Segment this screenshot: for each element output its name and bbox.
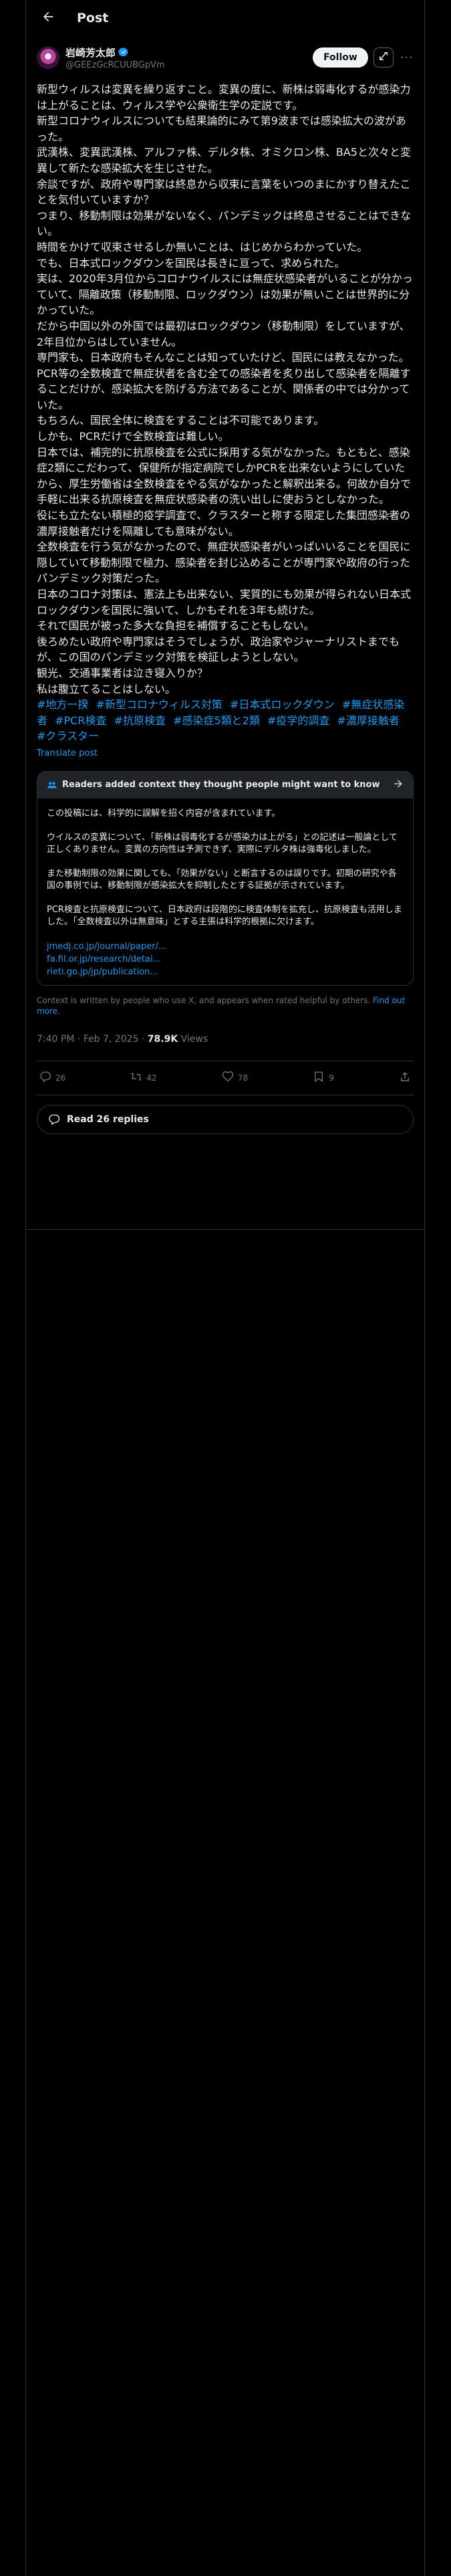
hashtag-link[interactable]: #クラスター xyxy=(37,730,99,742)
tweet-line: 新型ウィルスは変異を繰り返すこと。変異の度に、新株は弱毒化するが感染力は上がるこ… xyxy=(37,83,411,112)
note-paragraph: ウイルスの変異について、「新株は弱毒化するが感染力は上がる」との記述は一般論とし… xyxy=(47,832,398,855)
top-bar: Post xyxy=(26,0,424,36)
views-count: 78.9K xyxy=(147,1033,178,1045)
back-button[interactable] xyxy=(37,7,59,29)
community-note-header[interactable]: Readers added context they thought peopl… xyxy=(37,771,413,798)
hashtag-link[interactable]: #日本式ロックダウン xyxy=(230,698,335,711)
tweet-line: 時間をかけて収束させるしか無いことは、はじめからわかっていた。 xyxy=(37,240,368,253)
note-source-link[interactable]: fa.fil.or.jp/research/detai... xyxy=(47,953,404,966)
author-info: 岩崎芳太郎 @GEEzGcRCUUBGpVm xyxy=(65,45,313,70)
tweet-line: 新型コロナウィルスについても結果論的にみて第9波までは感染拡大の波があった。 xyxy=(37,114,406,143)
hashtag-list: #地方一揆 #新型コロナウィルス対策 #日本式ロックダウン #無症状感染者 #P… xyxy=(37,697,414,744)
tweet-line: 日本では、補完的に抗原検査を公式に採用する気がなかった。もともと、感染症2類にこ… xyxy=(37,445,412,506)
read-replies-label: Read 26 replies xyxy=(67,1113,149,1125)
tweet-line: 日本のコロナ対策は、憲法上も出来ない、実質的にも効果が得られない日本式ロックダウ… xyxy=(37,588,412,617)
people-icon xyxy=(47,780,57,790)
author-name[interactable]: 岩崎芳太郎 xyxy=(65,45,116,60)
note-source-link[interactable]: jmedj.co.jp/journal/paper/... xyxy=(47,940,404,953)
like-button[interactable]: 78 xyxy=(222,1071,248,1085)
tweet-line: 実は、2020年3月位からコロナウイルスには無症状感染者がいることが分かっていて… xyxy=(37,272,413,317)
tweet-line: だから中国以外の外国では最初はロックダウン（移動制限）をしていますが、2年目位か… xyxy=(37,319,410,348)
chat-bubble-icon xyxy=(48,1113,60,1125)
tweet-line: それで国民が被った多大な負担を補償することもしない。 xyxy=(37,619,315,633)
tweet-line: しかも、PCRだけで全数検査は難しい。 xyxy=(37,430,229,443)
tweet-line: つまり、移動制限は効果がないなく、パンデミックは終息させることはできない。 xyxy=(37,209,412,238)
note-paragraph: この投稿には、科学的に誤解を招く内容が含まれています。 xyxy=(47,808,281,819)
translate-post-link[interactable]: Translate post xyxy=(37,748,414,762)
verified-badge-icon xyxy=(118,47,129,58)
tweet-line: 私は腹立てることはしない。 xyxy=(37,682,176,695)
note-links: jmedj.co.jp/journal/paper/... fa.fil.or.… xyxy=(47,940,404,978)
hashtag-link[interactable]: #感染症5類と2類 xyxy=(173,714,260,727)
author-handle[interactable]: @GEEzGcRCUUBGpVm xyxy=(65,60,313,70)
tweet-line: 専門家も、日本政府もそんなことは知っていたけど、国民には教えなかった。 xyxy=(37,351,410,364)
follow-button[interactable]: Follow xyxy=(313,47,368,68)
community-note-body: この投稿には、科学的に誤解を招く内容が含まれています。 ウイルスの変異について、… xyxy=(37,798,413,985)
hashtag-link[interactable]: #PCR検査 xyxy=(55,714,106,727)
tweet-line: でも、日本式ロックダウンを国民は長きに亘って、求められた。 xyxy=(37,256,345,270)
more-options-button[interactable]: ··· xyxy=(400,51,414,65)
hashtag-link[interactable]: #地方一揆 xyxy=(37,698,88,711)
heart-icon xyxy=(222,1071,234,1085)
arrow-left-icon xyxy=(41,10,55,26)
views-label: Views xyxy=(178,1033,208,1045)
share-icon xyxy=(399,1071,411,1085)
reply-icon xyxy=(39,1071,51,1085)
bookmark-button[interactable]: 9 xyxy=(313,1071,334,1085)
tweet-line: 余談ですが、政府や専門家は終息から収束に言葉をいつのまにかすり替えたことを気付い… xyxy=(37,177,411,207)
note-paragraph: また移動制限の効果に関しても、「効果がない」と断言するのは誤りです。初期の研究や… xyxy=(47,868,397,891)
share-button[interactable] xyxy=(399,1071,411,1085)
hashtag-link[interactable]: #抗原検査 xyxy=(114,714,166,727)
page-title: Post xyxy=(77,11,109,25)
community-note-title: Readers added context they thought peopl… xyxy=(62,780,380,790)
post: 岩崎芳太郎 @GEEzGcRCUUBGpVm Follow ··· 新型ウィルス… xyxy=(26,36,424,1134)
grok-icon xyxy=(378,51,389,64)
reply-button[interactable]: 26 xyxy=(39,1071,65,1085)
repost-button[interactable]: 42 xyxy=(130,1071,157,1085)
tweet-line: 役にも立たない積極的疫学調査で、クラスターと称する限定した集団感染者の濃厚接触者… xyxy=(37,509,411,538)
author-name-line: 岩崎芳太郎 xyxy=(65,45,313,60)
action-bar: 26 42 78 9 xyxy=(37,1060,414,1095)
note-source-link[interactable]: rieti.go.jp/jp/publication... xyxy=(47,966,404,978)
bookmark-icon xyxy=(313,1071,325,1085)
tweet-line: 全数検査を行う気がなかったので、無症状感染者がいっぱいいることを国民に隠していて… xyxy=(37,540,411,585)
community-note: Readers added context they thought peopl… xyxy=(37,770,414,986)
note-paragraph: PCR検査と抗原検査について、日本政府は段階的に検査体制を拡充し、抗原検査も活用… xyxy=(47,904,402,927)
note-footer-text: Context is written by people who use X, … xyxy=(37,995,371,1005)
hashtag-link[interactable]: #濃厚接触者 xyxy=(337,714,399,727)
tweet-line: 後ろめたい政府や専門家はそうでしょうが、政治家やジャーナリストまでもが、この国の… xyxy=(37,635,400,664)
hashtag-link[interactable]: #新型コロナウィルス対策 xyxy=(96,698,222,711)
read-replies-button[interactable]: Read 26 replies xyxy=(37,1104,414,1134)
tweet-text: 新型ウィルスは変異を繰り返すこと。変異の度に、新株は弱毒化するが感染力は上がるこ… xyxy=(37,82,414,744)
grok-button[interactable] xyxy=(373,47,394,68)
tweet-line: 観光、交通事業者は泣き寝入りか？ xyxy=(37,666,208,679)
tweet-line: 武漢株、変異武漢株、アルファ株、デルタ株、オミクロン株、BA5と次々と変異して新… xyxy=(37,146,411,175)
post-meta: 7:40 PM · Feb 7, 2025 · 78.9K Views xyxy=(37,1034,414,1049)
main-column: Post 岩崎芳太郎 @GEEzGcRCUUBGpVm Follow ··· 新… xyxy=(25,0,425,2576)
avatar[interactable] xyxy=(37,46,59,69)
like-count: 78 xyxy=(237,1073,249,1083)
author-row: 岩崎芳太郎 @GEEzGcRCUUBGpVm Follow ··· xyxy=(37,43,414,72)
section-divider xyxy=(26,1229,424,1230)
hashtag-link[interactable]: #疫学的調査 xyxy=(267,714,329,727)
post-timestamp[interactable]: 7:40 PM · Feb 7, 2025 · xyxy=(37,1034,148,1045)
tweet-line: PCR等の全数検査で無症状者を含む全ての感染者を炙り出して感染者を隔離することだ… xyxy=(37,366,411,411)
bookmark-count: 9 xyxy=(329,1073,334,1083)
repost-count: 42 xyxy=(146,1073,157,1083)
repost-icon xyxy=(130,1071,142,1085)
reply-count: 26 xyxy=(55,1073,66,1083)
tweet-line: もちろん、国民全体に検査をすることは不可能であります。 xyxy=(37,414,325,427)
arrow-right-icon xyxy=(393,778,404,792)
community-note-footer: Context is written by people who use X, … xyxy=(37,995,414,1016)
